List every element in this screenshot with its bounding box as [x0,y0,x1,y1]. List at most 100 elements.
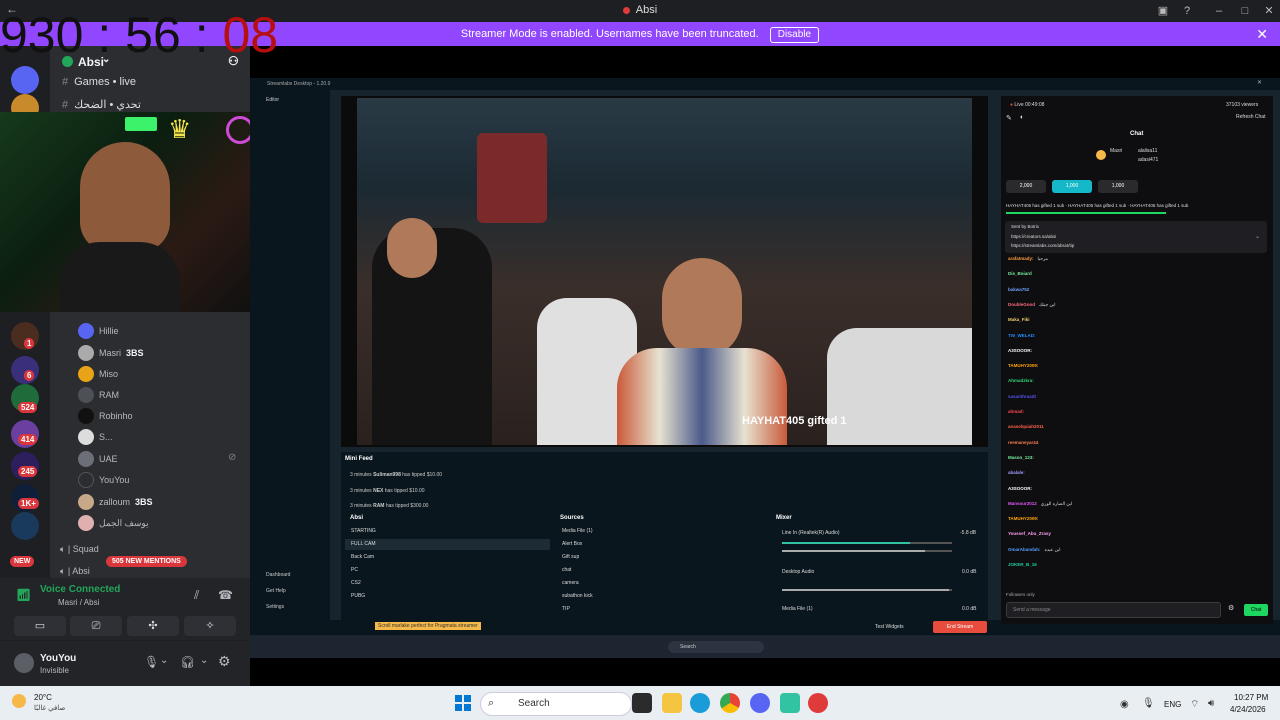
test-widgets-button[interactable]: Test Widgets [875,624,904,630]
minimize-button[interactable]: – [1210,3,1228,19]
chat-username[interactable]: anaselquiah2011 [1008,424,1044,429]
member-item[interactable]: Robinho [78,407,133,425]
clock-time[interactable]: 10:27 PM [1234,693,1268,702]
voice-channel-item[interactable]: 🔈︎ | Absi [60,566,90,577]
source-item[interactable]: Alert Box [562,541,582,547]
chat-username[interactable]: abalale: [1008,470,1025,475]
edit-icon[interactable]: ✎ [1006,114,1012,122]
window-close-button[interactable]: ✕ [1260,3,1278,19]
channel-item[interactable]: # تحدي • الضحك [62,98,141,111]
settings-gear-icon[interactable]: ⚙ [218,653,231,670]
file-explorer-icon[interactable] [662,693,682,713]
voice-channel-item[interactable]: 🔈︎ | Squad [60,544,99,555]
member-item[interactable]: zalloum 3BS [78,493,153,511]
chevron-down-icon[interactable]: ⌄ [200,655,208,666]
headphones-icon[interactable]: 🎧︎ [180,655,195,669]
pinned-link[interactable]: https://streamlabs.com/absi4/tip [1011,243,1074,248]
pinned-link[interactable]: https://creators.sa/absi [1011,234,1056,239]
scene-item[interactable]: Back Cam [345,552,550,563]
chat-username[interactable]: TAMUHY2009: [1008,516,1038,521]
maximize-button[interactable]: □ [1236,3,1254,19]
direct-messages-icon[interactable] [11,66,39,94]
chat-username[interactable]: OmarAbandah: [1008,547,1041,552]
scene-item[interactable]: PC [345,565,550,576]
chat-username[interactable]: sasanthraadt [1008,394,1036,399]
new-unreads-pill[interactable]: NEW [10,556,35,567]
toggle-icon[interactable]: ◐ [1020,114,1024,121]
source-item[interactable]: Media File (1) [562,528,593,534]
chat-username[interactable]: bakwa752 [1008,287,1029,292]
clock-date[interactable]: 4/24/2026 [1230,705,1266,714]
disable-streamer-mode-button[interactable]: Disable [769,27,820,43]
language-indicator[interactable]: ENG [1164,700,1181,709]
scene-item[interactable]: FULL CAM [345,539,550,550]
volume-icon[interactable]: 🔊︎ [1208,698,1214,709]
chat-username[interactable]: ahmad: [1008,409,1024,414]
chat-username[interactable]: Maka_Fiki [1008,317,1030,322]
noise-suppression-icon[interactable]: ⫽ [194,588,199,603]
disconnect-icon[interactable]: ☎ [218,588,233,602]
scene-item[interactable]: CS2 [345,578,550,589]
soundboard-button[interactable]: ✧ [184,616,236,636]
weather-icon[interactable] [12,694,26,708]
chat-username[interactable]: TAMUHY2009: [1008,363,1038,368]
help-icon[interactable]: ? [1178,3,1196,19]
chat-username[interactable]: Youssef_Abu_Zrasy [1008,531,1051,536]
weather-temp[interactable]: 20°C [34,693,52,702]
network-icon[interactable]: ◉ [1120,699,1129,710]
source-item[interactable]: chat [562,567,571,573]
member-item[interactable]: Masri 3BS [78,344,144,362]
chat-username[interactable]: A3SOOOR: [1008,348,1032,353]
get-help-nav[interactable]: Get Help [266,588,286,594]
chevron-down-icon[interactable]: ⌄ [160,655,168,666]
source-item[interactable]: camera [562,580,579,586]
source-item[interactable]: subathon kick [562,593,593,599]
screen-share-icon[interactable]: ▣ [1154,3,1172,19]
close-icon[interactable]: ✕ [1257,79,1262,86]
edge-icon[interactable] [690,693,710,713]
chat-username[interactable]: reemaneyar44 [1008,440,1038,445]
task-view-icon[interactable] [632,693,652,713]
source-item[interactable]: TIP [562,606,570,612]
microphone-icon[interactable]: 🎙︎ [1142,698,1155,709]
chat-username[interactable]: Mansour2012 [1008,501,1037,506]
member-item[interactable]: Miso [78,365,118,383]
scene-item[interactable]: STARTING [345,526,550,537]
chat-username[interactable]: DoubleGood [1008,302,1035,307]
microphone-icon[interactable]: 🎙︎ [144,655,159,669]
chat-username[interactable]: Dis_Boiard [1008,271,1032,276]
tip-banner[interactable]: Scroll marlake perfect for Pragmata stre… [375,622,481,630]
settings-nav[interactable]: Settings [266,604,284,610]
activities-button[interactable]: ✣ [127,616,179,636]
close-banner-icon[interactable]: ✕ [1256,22,1268,46]
app-icon[interactable] [808,693,828,713]
chat-username[interactable]: A3SOOOR: [1008,486,1032,491]
source-item[interactable]: Gift sup [562,554,579,560]
chat-username[interactable]: Ahmadzkra: [1008,378,1034,383]
chrome-icon[interactable] [720,693,740,713]
start-button[interactable] [455,695,471,711]
member-item[interactable]: UAE [78,450,118,468]
new-mentions-pill[interactable]: 505 NEW MENTIONS [106,556,187,567]
member-item[interactable]: YouYou [78,471,129,489]
streamlabs-icon[interactable] [780,693,800,713]
gift-pill[interactable]: 1,000 [1052,180,1092,193]
scene-item[interactable]: PUBG [345,591,550,602]
camera-toggle-button[interactable]: ▭ [14,616,66,636]
editor-nav[interactable]: Editor [266,97,279,103]
settings-gear-icon[interactable]: ⚙ [1228,604,1234,612]
end-stream-button[interactable]: End Stream [933,621,987,633]
voice-location[interactable]: Masri / Absi [58,598,99,607]
chat-username[interactable]: TW_WELAD: [1008,333,1036,338]
channel-item[interactable]: # Games • live [62,76,136,88]
chat-username[interactable]: JOKER_B_16 [1008,562,1037,567]
avatar[interactable] [14,653,34,673]
member-item[interactable]: RAM [78,386,119,404]
discord-icon[interactable] [750,693,770,713]
server-icon[interactable] [11,512,39,540]
wifi-icon[interactable]: ⌔ [1190,698,1199,711]
member-item[interactable]: S... [78,428,113,446]
member-item[interactable]: يوسف الجمل [78,514,149,532]
member-item[interactable]: Hillie [78,322,119,340]
volume-slider[interactable] [782,589,952,591]
